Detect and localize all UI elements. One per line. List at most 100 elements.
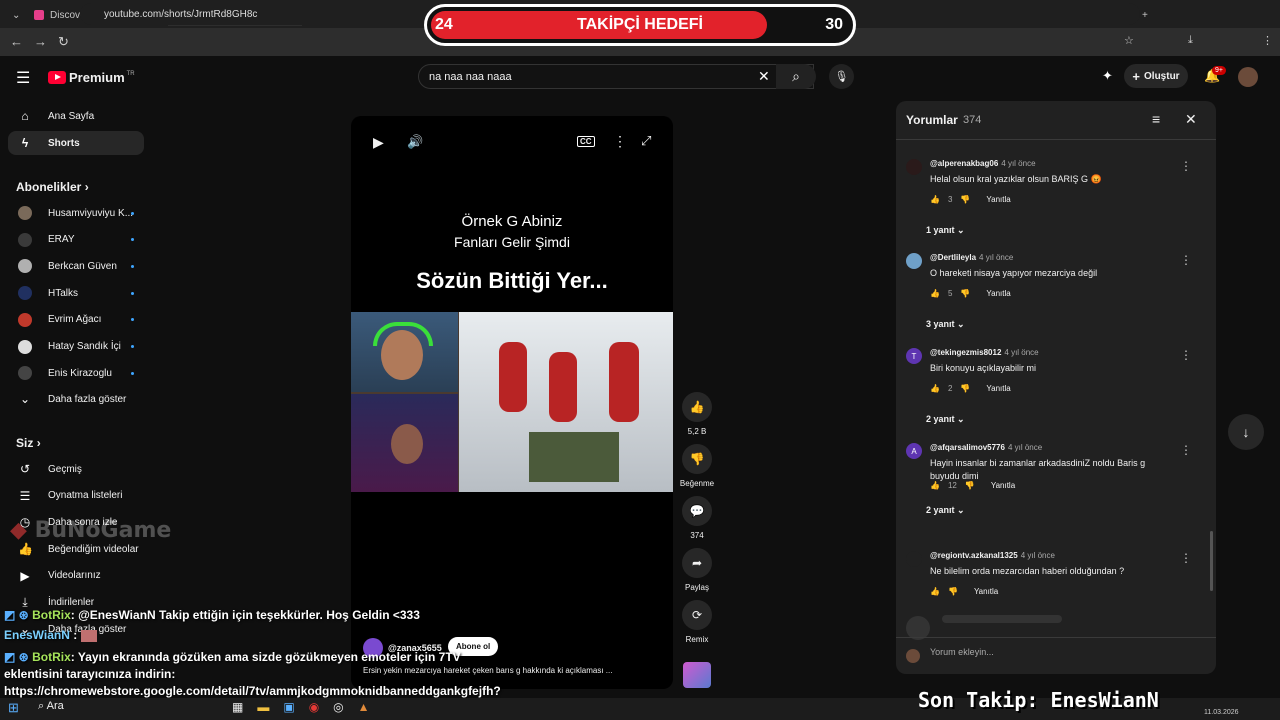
like-button[interactable]: 👍 [682,392,712,422]
replies-count: 2 yanıt [926,414,955,424]
you-heading[interactable]: Siz › [16,436,41,450]
comment-author[interactable]: @alperenakbag06 4 yıl önce [930,159,1036,168]
volume-icon[interactable]: 🔊 [407,134,423,150]
download-icon[interactable]: ⤓ [1188,34,1193,47]
comment-more-icon[interactable]: ⋮ [1180,443,1192,457]
youtube-logo[interactable]: Premium TR [48,70,135,85]
comment-more-icon[interactable]: ⋮ [1180,551,1192,565]
comments-button[interactable]: 💬 [682,496,712,526]
dislike-button[interactable]: 👎 [682,444,712,474]
subscriptions-heading[interactable]: Abonelikler › [16,180,89,194]
task-view-icon[interactable]: ▦ [232,700,243,714]
search-button[interactable]: ⌕ [776,64,816,89]
clear-search-icon[interactable]: ✕ [758,68,770,85]
replies-toggle[interactable]: 3 yanıt ⌄ [926,319,965,330]
add-comment-input[interactable]: Yorum ekleyin... [930,647,994,657]
comment-author[interactable]: @tekingezmis8012 4 yıl önce [930,348,1039,357]
comment-author[interactable]: @Dertlileyla 4 yıl önce [930,253,1013,262]
sidebar-item-you[interactable]: ▶ Videolarınız [8,564,144,588]
show-more-subscriptions[interactable]: ⌄ Daha fazla göster [8,387,144,411]
store-icon[interactable]: ▣ [283,700,294,714]
comment-more-icon[interactable]: ⋮ [1180,159,1192,173]
close-icon[interactable]: ✕ [1185,111,1197,128]
commenter-avatar[interactable] [906,551,922,567]
play-icon[interactable]: ▶ [373,134,384,151]
app-icon[interactable]: ▲ [358,700,370,714]
premium-lite-icon[interactable]: ✦ [1102,68,1113,84]
sort-icon[interactable]: ≡ [1152,111,1160,127]
commenter-avatar[interactable] [906,253,922,269]
sidebar-item-shorts[interactable]: ϟ Shorts [8,131,144,155]
commenter-avatar[interactable] [906,159,922,175]
menu-icon[interactable]: ☰ [16,68,30,88]
comment-like-icon[interactable]: 👍 [930,195,940,204]
search-input[interactable]: na naa naa naaa [418,64,814,89]
video-description[interactable]: Ersin yekin mezarcıya hareket çeken barı… [363,666,612,675]
comment-more-icon[interactable]: ⋮ [1180,253,1192,267]
sound-thumbnail[interactable] [683,662,711,688]
comment-more-icon[interactable]: ⋮ [1180,348,1192,362]
sidebar-item-label: Shorts [48,137,80,149]
shorts-player[interactable]: ▶ 🔊 CC ⋮ ⤢ Örnek G Abiniz Fanları Gelir … [351,116,673,689]
forward-icon[interactable]: → [34,34,47,49]
share-button[interactable]: ➦ [682,548,712,578]
sidebar-item-you[interactable]: ↺ Geçmiş [8,457,144,481]
sidebar-item-you[interactable]: ☰ Oynatma listeleri [8,484,144,508]
comment-dislike-icon[interactable]: 👎 [960,195,970,204]
sidebar-item-label: Husamviyuviyu K... [48,207,134,219]
comment-like-icon[interactable]: 👍 [930,289,940,298]
fullscreen-icon[interactable]: ⤢ [641,133,651,149]
comment-like-icon[interactable]: 👍 [930,587,940,596]
remix-button[interactable]: ⟳ [682,600,712,630]
bookmark-star-icon[interactable]: ☆ [1124,34,1134,47]
comment-author[interactable]: @afqarsalimov5776 4 yıl önce [930,443,1042,452]
comment-dislike-icon[interactable]: 👎 [960,289,970,298]
you-heading-label: Siz [16,436,34,450]
reply-button[interactable]: Yanıtla [986,289,1010,298]
thumbs-down-icon: 👎 [689,452,705,466]
sidebar-item-home[interactable]: ⌂ Ana Sayfa [8,104,144,128]
sidebar-item-subscription[interactable]: Berkcan Güven [8,254,144,278]
taskbar-search[interactable]: ⌕ Ara [38,700,64,713]
channel-avatar [18,312,32,327]
scrollbar[interactable] [1210,531,1213,591]
create-button[interactable]: + Oluştur [1124,64,1188,88]
more-options-icon[interactable]: ⋮ [613,133,627,150]
comment-author[interactable]: @regiontv.azkanal1325 4 yıl önce [930,551,1055,560]
comment-count: 374 [690,531,704,540]
comment-dislike-icon[interactable]: 👎 [960,384,970,393]
comment-dislike-icon[interactable]: 👎 [965,481,975,490]
sidebar-item-subscription[interactable]: HTalks [8,281,144,305]
sidebar-item-subscription[interactable]: Hatay Sandık İçi [8,335,144,359]
commenter-avatar[interactable]: A [906,443,922,459]
reload-icon[interactable]: ↻ [58,34,69,50]
tab-list-button[interactable]: ⌄ [4,4,24,26]
comment-like-icon[interactable]: 👍 [930,384,940,393]
file-explorer-icon[interactable]: ▬ [257,700,269,714]
chrome-icon[interactable]: ◉ [309,700,319,714]
comment-like-icon[interactable]: 👍 [930,481,940,490]
comment-dislike-icon[interactable]: 👎 [948,587,958,596]
sidebar-item-subscription[interactable]: Enis Kirazoglu [8,361,144,385]
voice-search-icon[interactable]: 🎙 [829,64,854,89]
sidebar-item-subscription[interactable]: Husamviyuviyu K... [8,201,144,225]
replies-toggle[interactable]: 2 yanıt ⌄ [926,505,965,516]
browser-menu-icon[interactable]: ⋮ [1262,34,1273,47]
commenter-avatar[interactable]: T [906,348,922,364]
next-video-button[interactable]: ↓ [1228,414,1264,450]
obs-icon[interactable]: ◎ [333,700,343,714]
captions-icon[interactable]: CC [577,136,595,147]
back-icon[interactable]: ← [10,34,23,49]
reply-button[interactable]: Yanıtla [986,195,1010,204]
reply-button[interactable]: Yanıtla [986,384,1010,393]
chat-username: BotRix [32,608,71,622]
replies-toggle[interactable]: 2 yanıt ⌄ [926,414,965,425]
reply-button[interactable]: Yanıtla [974,587,998,596]
sidebar-item-subscription[interactable]: Evrim Ağacı [8,308,144,332]
replies-count: 1 yanıt [926,225,955,235]
account-avatar[interactable] [1238,67,1258,87]
sidebar-item-subscription[interactable]: ERAY [8,228,144,252]
replies-toggle[interactable]: 1 yanıt ⌄ [926,225,965,236]
windows-start-icon[interactable]: ⊞ [8,700,19,716]
reply-button[interactable]: Yanıtla [991,481,1015,490]
